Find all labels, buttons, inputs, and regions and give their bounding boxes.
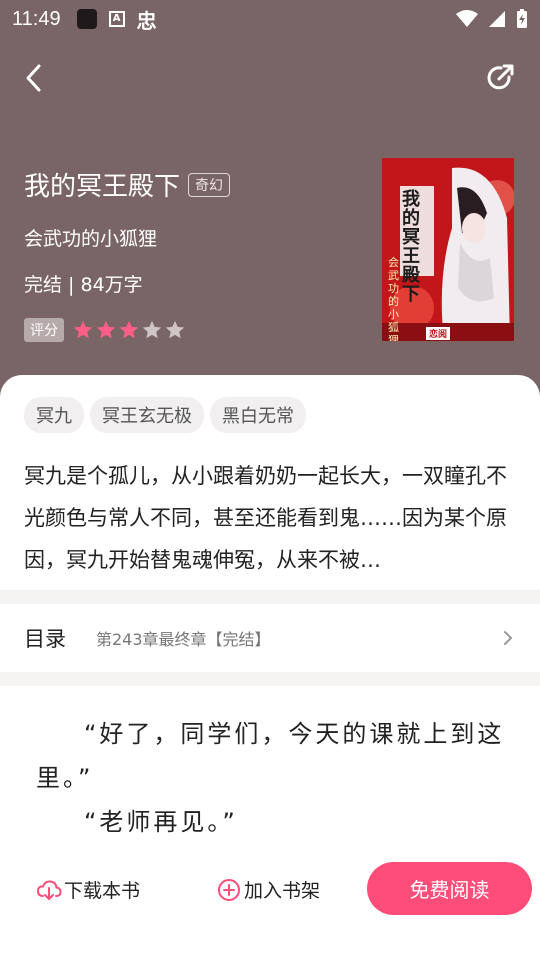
- rating-row: 评分: [24, 318, 186, 342]
- chevron-right-icon: [504, 631, 512, 645]
- synopsis[interactable]: 冥九是个孤儿，从小跟着奶奶一起长大，一双瞳孔不光颜色与常人不同，甚至还能看到鬼……: [24, 455, 510, 581]
- preview-line: “老师再见。”: [84, 808, 238, 834]
- add-shelf-label: 加入书架: [244, 880, 321, 902]
- book-author[interactable]: 会武功的小狐狸: [24, 224, 157, 251]
- app-notification-icon: [76, 9, 97, 29]
- back-icon[interactable]: [16, 60, 52, 96]
- catalog-row[interactable]: 目录 第243章最终章【完结】: [0, 604, 540, 672]
- cover-badge: 恋阅: [426, 327, 451, 340]
- star-empty-icon: [142, 320, 162, 339]
- cover-author: 会武功的小狐狸: [388, 256, 399, 341]
- a-notification-icon: A: [108, 11, 125, 27]
- signal-icon: [489, 11, 505, 27]
- genre-tag: 奇幻: [188, 172, 231, 197]
- catalog-latest-chapter: 第243章最终章【完结】: [96, 630, 271, 649]
- star-empty-icon: [165, 320, 185, 339]
- bottom-action-bar: 下载本书 加入书架 免费阅读: [0, 834, 540, 960]
- chapter-preview[interactable]: “好了，同学们，今天的课就上到这里。” “老师再见。”: [0, 686, 540, 834]
- add-to-shelf-button[interactable]: 加入书架: [216, 876, 320, 903]
- rating-stars: [72, 319, 186, 341]
- wifi-icon: [456, 10, 478, 27]
- add-circle-icon: [218, 878, 240, 901]
- preview-text: “好了，同学们，今天的课就上到这里。” “老师再见。”: [36, 712, 506, 834]
- rating-label: 评分: [24, 318, 64, 342]
- cloud-download-icon: [36, 879, 62, 900]
- catalog-label: 目录: [24, 627, 66, 651]
- book-cover[interactable]: 我的冥王殿下 会武功的小狐狸 恋阅: [382, 158, 514, 341]
- tag-list: 冥九 冥王玄无极 黑白无常: [24, 397, 306, 433]
- star-filled-icon: [119, 320, 139, 339]
- tag-chip[interactable]: 黑白无常: [210, 397, 306, 433]
- star-filled-icon: [73, 320, 93, 339]
- book-title: 我的冥王殿下: [24, 172, 181, 202]
- book-status-words: 完结 | 84万字: [24, 274, 143, 296]
- download-button[interactable]: 下载本书: [36, 876, 140, 903]
- top-bar: [0, 50, 540, 106]
- ghost-notification-icon: 忠: [136, 8, 157, 33]
- tag-chip[interactable]: 冥王玄无极: [90, 397, 204, 433]
- tag-chip[interactable]: 冥九: [24, 397, 84, 433]
- download-label: 下载本书: [64, 880, 141, 902]
- read-free-button[interactable]: 免费阅读: [367, 862, 532, 915]
- book-info-card: 冥九 冥王玄无极 黑白无常 冥九是个孤儿，从小跟着奶奶一起长大，一双瞳孔不光颜色…: [0, 375, 540, 590]
- cover-title: 我的冥王殿下: [402, 189, 420, 305]
- book-title-row: 我的冥王殿下 奇幻: [24, 166, 231, 203]
- preview-line: “好了，同学们，今天的课就上到这里。”: [36, 720, 505, 792]
- status-bar: 11:49 A 忠: [0, 0, 540, 38]
- star-filled-icon: [96, 320, 116, 339]
- battery-charging-icon: [517, 9, 527, 28]
- status-time: 11:49: [12, 7, 61, 30]
- share-icon[interactable]: [482, 60, 518, 96]
